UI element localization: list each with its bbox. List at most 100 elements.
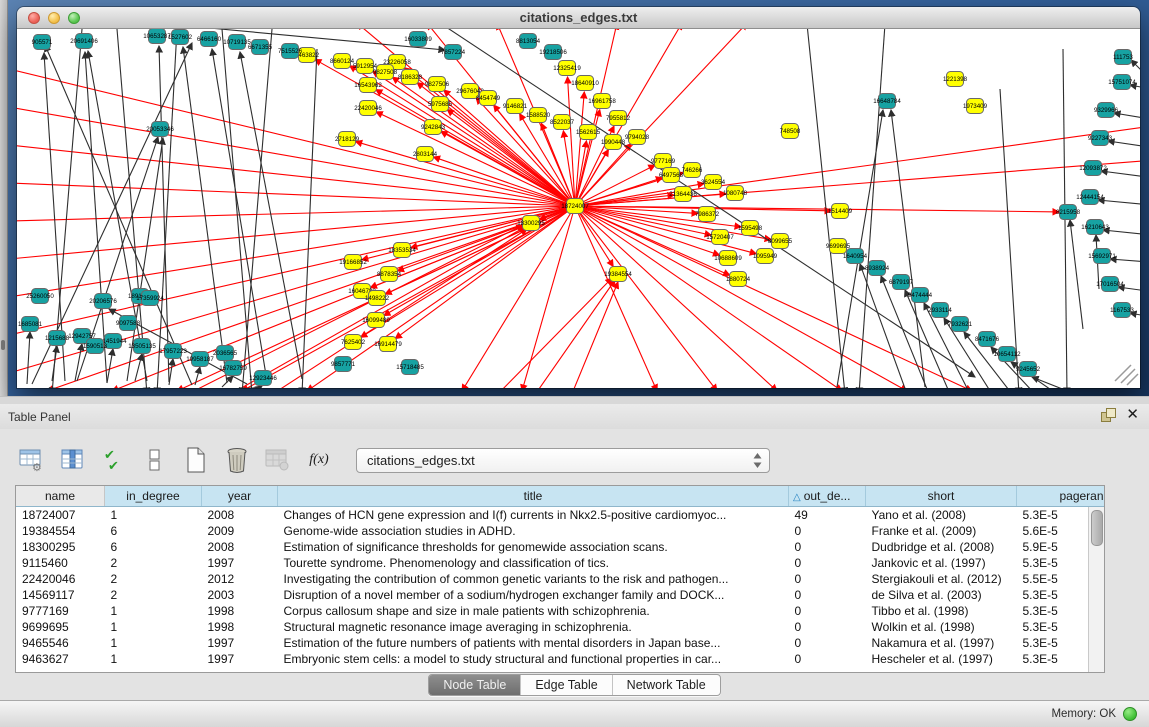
graph-node[interactable]: 1080748 — [723, 186, 748, 201]
graph-node[interactable]: 16210643 — [1081, 220, 1109, 235]
table-cell[interactable]: Embryonic stem cells: a model to study s… — [278, 651, 789, 667]
table-cell[interactable]: Dudbridge et al. (2008) — [866, 539, 1017, 555]
graph-node[interactable]: 20206576 — [89, 294, 117, 309]
table-options-icon[interactable]: ⚙ — [18, 447, 46, 473]
table-cell[interactable]: 2008 — [202, 507, 278, 524]
graph-node[interactable]: 18353534 — [388, 243, 416, 258]
table-cell[interactable]: Investigating the contribution of common… — [278, 571, 789, 587]
graph-node[interactable]: 1167533 — [1110, 303, 1134, 318]
graph-node[interactable]: 1990448 — [601, 135, 626, 150]
table-cell[interactable]: Jankovic et al. (1997) — [866, 555, 1017, 571]
graph-node[interactable]: 7857224 — [441, 45, 466, 60]
table-cell[interactable]: 0 — [789, 587, 866, 603]
table-cell[interactable]: Corpus callosum shape and size in male p… — [278, 603, 789, 619]
table-row[interactable]: 946554611997Estimation of the future num… — [16, 635, 1105, 651]
table-cell[interactable]: 9463627 — [16, 651, 105, 667]
table-row[interactable]: 1830029562008Estimation of significance … — [16, 539, 1105, 555]
graph-node[interactable]: 20053346 — [146, 122, 174, 137]
table-cell[interactable]: 1 — [105, 507, 202, 524]
graph-node[interactable]: 9857771 — [331, 357, 356, 372]
table-cell[interactable]: 1 — [105, 651, 202, 667]
table-cell[interactable]: 1997 — [202, 555, 278, 571]
graph-node[interactable]: 17957223 — [159, 344, 187, 359]
table-row[interactable]: 1938455462009Genome-wide association stu… — [16, 523, 1105, 539]
table-cell[interactable]: 1998 — [202, 619, 278, 635]
graph-node[interactable]: 8215958 — [1056, 205, 1081, 220]
graph-node[interactable]: 18640910 — [571, 76, 599, 91]
graph-node[interactable]: 8471676 — [975, 332, 1000, 347]
table-cell[interactable]: 0 — [789, 539, 866, 555]
column-header-title[interactable]: title — [278, 486, 789, 507]
table-row[interactable]: 1872400712008Changes of HCN gene express… — [16, 507, 1105, 524]
table-cell[interactable]: 9115460 — [16, 555, 105, 571]
table-cell[interactable]: 0 — [789, 619, 866, 635]
graph-node[interactable]: 6879197 — [889, 275, 914, 290]
table-cell[interactable]: 2003 — [202, 587, 278, 603]
table-cell[interactable]: Wolkin et al. (1998) — [866, 619, 1017, 635]
column-header-out-de-[interactable]: △out_de... — [789, 486, 866, 507]
column-header-short[interactable]: short — [866, 486, 1017, 507]
close-panel-icon[interactable]: ✕ — [1126, 407, 1139, 422]
table-cell[interactable]: Stergiakouli et al. (2012) — [866, 571, 1017, 587]
table-cell[interactable]: Estimation of significance thresholds fo… — [278, 539, 789, 555]
graph-node[interactable]: 16914479 — [374, 337, 402, 352]
graph-node[interactable]: 7955812 — [606, 111, 631, 126]
table-cell[interactable]: 9699695 — [16, 619, 105, 635]
table-cell[interactable]: 9777169 — [16, 603, 105, 619]
graph-node[interactable]: 9827506 — [425, 77, 450, 92]
table-cell[interactable]: Changes of HCN gene expression and I(f) … — [278, 507, 789, 524]
graph-node[interactable]: 16543962 — [354, 78, 382, 93]
graph-node[interactable]: 15718485 — [396, 360, 424, 375]
table-cell[interactable]: 2 — [105, 555, 202, 571]
table-cell[interactable]: Structural magnetic resonance image aver… — [278, 619, 789, 635]
graph-node[interactable]: 1588520 — [526, 108, 551, 123]
graph-node[interactable]: 8099655 — [768, 234, 793, 249]
graph-node[interactable]: 9245652 — [1016, 362, 1041, 377]
graph-node[interactable]: 19218506 — [539, 45, 567, 60]
table-cell[interactable]: 2 — [105, 587, 202, 603]
table-vertical-scrollbar[interactable] — [1088, 507, 1104, 672]
graph-node[interactable]: 12093872 — [1079, 161, 1107, 176]
table-cell[interactable]: 1997 — [202, 651, 278, 667]
table-cell[interactable]: 1 — [105, 619, 202, 635]
table-row[interactable]: 911546021997Tourette syndrome. Phenomeno… — [16, 555, 1105, 571]
table-cell[interactable]: 0 — [789, 651, 866, 667]
table-cell[interactable]: 6 — [105, 523, 202, 539]
window-resize-grip[interactable] — [1115, 365, 1138, 385]
graph-node[interactable]: 1880724 — [726, 272, 751, 287]
table-cell[interactable]: Franke et al. (2009) — [866, 523, 1017, 539]
table-cell[interactable]: 49 — [789, 507, 866, 524]
graph-node[interactable]: 16033809 — [404, 32, 432, 47]
table-row[interactable]: 2242004622012Investigating the contribut… — [16, 571, 1105, 587]
graph-node[interactable]: 6466160 — [197, 32, 222, 47]
table-cell[interactable]: 0 — [789, 523, 866, 539]
table-cell[interactable]: 6 — [105, 539, 202, 555]
graph-node[interactable]: 2718129 — [335, 132, 360, 147]
graph-node[interactable]: 1095949 — [753, 249, 778, 264]
table-cell[interactable]: 1 — [105, 603, 202, 619]
table-cell[interactable]: Hescheler et al. (1997) — [866, 651, 1017, 667]
table-row[interactable]: 946362711997Embryonic stem cells: a mode… — [16, 651, 1105, 667]
network-window-titlebar[interactable]: citations_edges.txt — [17, 7, 1140, 29]
table-cell[interactable]: Tibbo et al. (1998) — [866, 603, 1017, 619]
table-source-dropdown[interactable]: citations_edges.txt — [356, 448, 770, 473]
graph-node[interactable]: 2933114 — [928, 303, 952, 318]
table-cell[interactable]: 0 — [789, 603, 866, 619]
row-height-icon[interactable] — [141, 447, 169, 473]
table-cell[interactable]: 18724007 — [16, 507, 105, 524]
show-columns-icon[interactable] — [59, 447, 87, 473]
column-header-name[interactable]: name — [16, 486, 105, 507]
graph-node[interactable]: 16782759 — [219, 361, 247, 376]
column-header-pagerank[interactable]: pagerank — [1017, 486, 1106, 507]
network-window[interactable]: citations_edges.txt 18724007183002951938… — [17, 7, 1140, 388]
graph-node[interactable]: 905571 — [32, 35, 53, 50]
graph-node[interactable]: 12923446 — [249, 371, 277, 386]
table-cell[interactable]: Yano et al. (2008) — [866, 507, 1017, 524]
table-cell[interactable]: 1998 — [202, 603, 278, 619]
graph-node[interactable]: 2036565 — [213, 346, 238, 361]
graph-node[interactable]: 6497568 — [659, 168, 684, 183]
graph-node[interactable]: 1527602 — [168, 30, 193, 45]
graph-node[interactable]: 19384554 — [604, 267, 632, 282]
table-cell[interactable]: Disruption of a novel member of a sodium… — [278, 587, 789, 603]
graph-node[interactable]: 748508 — [780, 124, 801, 139]
